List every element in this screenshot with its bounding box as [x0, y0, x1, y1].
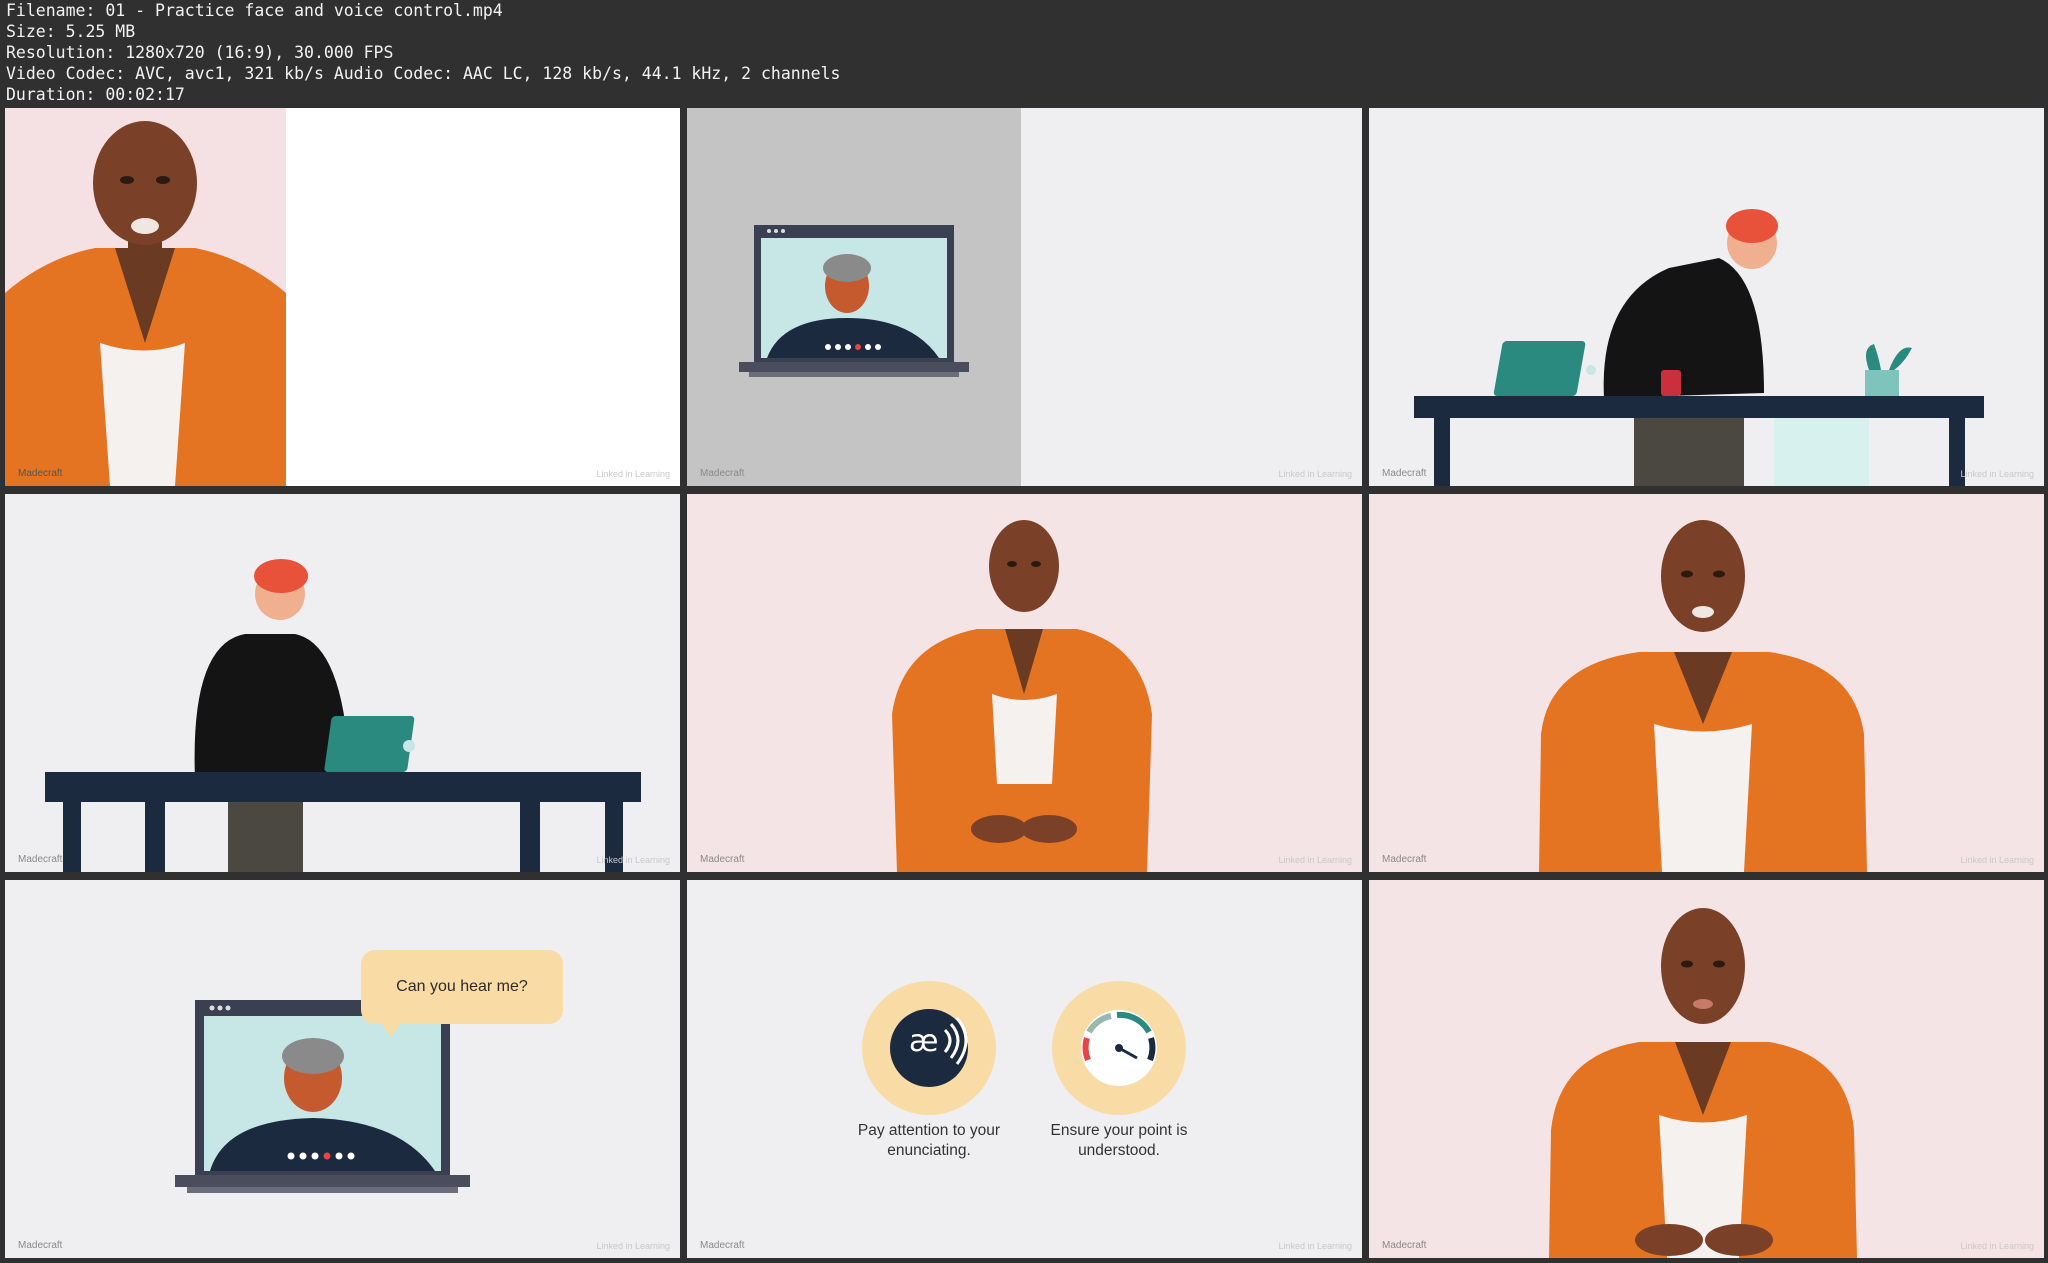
watermark-madecraft: Madecraft: [1382, 1240, 1427, 1251]
presenter-illustration: [1369, 494, 2044, 872]
desk-laptop-illustration: [5, 494, 680, 872]
caption-enunciating: Pay attention to your enunciating.: [857, 1122, 1001, 1159]
speech-bubble: Can you hear me?: [361, 950, 563, 1037]
watermark-linkedin: Linked in Learning: [1278, 469, 1352, 479]
frame-2-laptop-call[interactable]: Madecraft Linked in Learning: [687, 108, 1362, 486]
laptop-icon: [687, 108, 1362, 486]
watermark-madecraft: Madecraft: [700, 468, 745, 479]
watermark-linkedin: Linked in Learning: [596, 855, 670, 865]
watermark-linkedin: Linked in Learning: [1960, 1241, 2034, 1251]
frame-6-presenter-close[interactable]: Madecraft Linked in Learning: [1369, 494, 2044, 872]
filename-text: Filename: 01 - Practice face and voice c…: [6, 1, 503, 20]
desk-illustration: [1369, 108, 2044, 486]
watermark-linkedin: Linked in Learning: [1960, 855, 2034, 865]
presenter-illustration: [5, 108, 680, 486]
frame-7-call-bubble[interactable]: Can you hear me? Madecraft Linked in Lea…: [5, 880, 680, 1258]
watermark-madecraft: Madecraft: [1382, 468, 1427, 479]
watermark-madecraft: Madecraft: [700, 1240, 745, 1251]
watermark-madecraft: Madecraft: [18, 1240, 63, 1251]
file-info: Filename: 01 - Practice face and voice c…: [6, 0, 2036, 105]
watermark-madecraft: Madecraft: [1382, 854, 1427, 865]
thumbnail-grid: Madecraft Linked in Learning Madecraft L…: [5, 108, 2045, 1260]
watermark-linkedin: Linked in Learning: [596, 469, 670, 479]
frame-8-tips[interactable]: æ Pay attention to your enunciating. Ens…: [687, 880, 1362, 1258]
frame-5-presenter-full[interactable]: Madecraft Linked in Learning: [687, 494, 1362, 872]
caption-understood: Ensure your point is understood.: [1050, 1122, 1188, 1159]
presenter-illustration: [1369, 880, 2044, 1258]
codec-text: Video Codec: AVC, avc1, 321 kb/s Audio C…: [6, 64, 841, 83]
watermark-madecraft: Madecraft: [18, 468, 63, 479]
speech-bubble-text: Can you hear me?: [396, 978, 528, 995]
video-call-icon: [5, 880, 680, 1258]
watermark-linkedin: Linked in Learning: [1278, 855, 1352, 865]
presenter-illustration: [687, 494, 1362, 872]
frame-4-person-laptop[interactable]: Madecraft Linked in Learning: [5, 494, 680, 872]
frame-3-desk-person[interactable]: Madecraft Linked in Learning: [1369, 108, 2044, 486]
watermark-linkedin: Linked in Learning: [1960, 469, 2034, 479]
watermark-madecraft: Madecraft: [18, 854, 63, 865]
frame-9-presenter-close[interactable]: Madecraft Linked in Learning: [1369, 880, 2044, 1258]
frame-1-presenter-half[interactable]: Madecraft Linked in Learning: [5, 108, 680, 486]
watermark-madecraft: Madecraft: [700, 854, 745, 865]
size-text: Size: 5.25 MB: [6, 22, 136, 41]
resolution-text: Resolution: 1280x720 (16:9), 30.000 FPS: [6, 43, 394, 62]
watermark-linkedin: Linked in Learning: [1278, 1241, 1352, 1251]
watermark-linkedin: Linked in Learning: [596, 1241, 670, 1251]
duration-text: Duration: 00:02:17: [6, 85, 185, 104]
enunciation-symbol: æ: [909, 1024, 939, 1059]
tips-illustration: [687, 880, 1362, 1258]
